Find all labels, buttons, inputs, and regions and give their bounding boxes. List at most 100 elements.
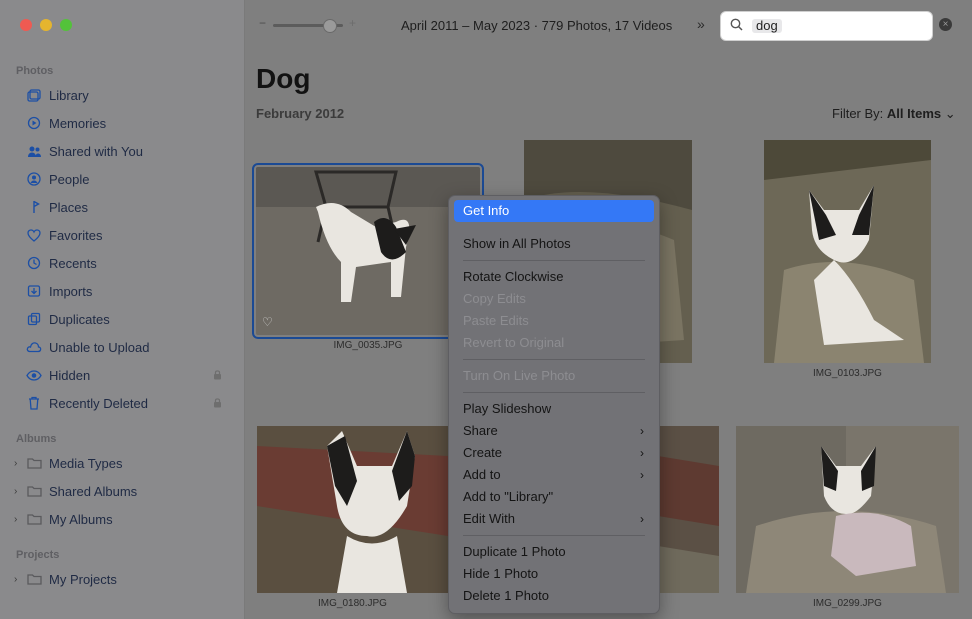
- sidebar-item-library[interactable]: Library: [16, 84, 230, 106]
- sidebar-item-label: Duplicates: [49, 311, 110, 327]
- lock-icon: [213, 396, 222, 411]
- sidebar-item-label: Hidden: [49, 367, 91, 383]
- sidebar-item-my-projects[interactable]: › My Projects: [14, 568, 230, 590]
- sidebar-item-shared-albums[interactable]: › Shared Albums: [14, 480, 230, 502]
- toolbar-overflow-button[interactable]: »: [697, 16, 705, 32]
- photo-thumbnail-3[interactable]: [764, 140, 931, 363]
- menu-item-play-slideshow[interactable]: Play Slideshow: [454, 398, 654, 420]
- folder-icon: [26, 511, 42, 527]
- sidebar-item-recently-deleted[interactable]: Recently Deleted: [16, 392, 230, 414]
- menu-item-get-info[interactable]: Get Info: [454, 200, 654, 222]
- sidebar: Photos Library Memories Shared with You …: [0, 0, 245, 619]
- folder-icon: [26, 455, 42, 471]
- disclosure-chevron-icon[interactable]: ›: [14, 514, 22, 525]
- clear-search-button[interactable]: ×: [939, 18, 952, 31]
- photo-thumbnail-5[interactable]: [658, 426, 719, 593]
- date-header: February 2012: [256, 106, 345, 121]
- search-token[interactable]: dog: [752, 19, 782, 33]
- sidebar-item-label: Media Types: [49, 455, 123, 471]
- menu-item-delete-photo[interactable]: Delete 1 Photo: [454, 585, 654, 607]
- sidebar-item-label: Favorites: [49, 227, 103, 243]
- window-controls: [20, 19, 72, 31]
- menu-item-add-to[interactable]: Add to ›: [454, 464, 654, 486]
- sidebar-item-label: People: [49, 171, 90, 187]
- disclosure-chevron-icon[interactable]: ›: [14, 486, 22, 497]
- menu-separator: [463, 392, 645, 393]
- sidebar-item-duplicates[interactable]: Duplicates: [16, 308, 230, 330]
- memories-icon: [26, 115, 42, 131]
- lock-icon: [213, 368, 222, 383]
- library-range-summary: April 2011 – May 2023 · 779 Photos, 17 V…: [401, 18, 673, 33]
- menu-item-label: Edit With: [463, 511, 516, 526]
- folder-icon: [26, 571, 42, 587]
- page-title: Dog: [256, 63, 311, 94]
- sidebar-item-media-types[interactable]: › Media Types: [14, 452, 230, 474]
- duplicates-icon: [26, 311, 42, 327]
- heart-icon: [26, 227, 42, 243]
- sidebar-item-memories[interactable]: Memories: [16, 112, 230, 134]
- menu-item-label: Create: [463, 445, 503, 460]
- photo-thumbnail-6[interactable]: [736, 426, 959, 593]
- eye-icon: [26, 367, 42, 383]
- minimize-window-button[interactable]: [40, 19, 52, 31]
- search-icon: [730, 18, 743, 36]
- menu-item-label: Share: [463, 423, 498, 438]
- sidebar-item-label: Imports: [49, 283, 93, 299]
- zoom-in-icon: +: [349, 16, 357, 30]
- sidebar-item-my-albums[interactable]: › My Albums: [14, 508, 230, 530]
- photo-caption: IMG_0035.JPG: [333, 340, 403, 351]
- menu-item-add-to-library[interactable]: Add to "Library": [454, 486, 654, 508]
- context-menu: Get Info Show in All Photos Rotate Clock…: [448, 195, 660, 614]
- photo-caption: IMG_0180.JPG: [318, 598, 387, 609]
- menu-separator: [463, 260, 645, 261]
- menu-item-show-in-all-photos[interactable]: Show in All Photos: [454, 233, 654, 255]
- photo-caption: IMG_0103.JPG: [813, 368, 882, 379]
- sidebar-item-imports[interactable]: Imports: [16, 280, 230, 302]
- menu-item-label: Add to: [463, 467, 501, 482]
- clock-icon: [26, 255, 42, 271]
- menu-item-share[interactable]: Share ›: [454, 420, 654, 442]
- submenu-arrow-icon: ›: [640, 446, 644, 460]
- sidebar-item-label: Shared Albums: [49, 483, 138, 499]
- menu-item-revert-to-original: Revert to Original: [463, 335, 565, 350]
- sidebar-item-recents[interactable]: Recents: [16, 252, 230, 274]
- sidebar-item-label: Places: [49, 199, 89, 215]
- sidebar-item-label: My Albums: [49, 511, 113, 527]
- places-icon: [26, 199, 42, 215]
- menu-item-hide-photo[interactable]: Hide 1 Photo: [454, 563, 654, 585]
- zoom-slider[interactable]: − +: [259, 16, 357, 33]
- heart-icon[interactable]: ♡: [262, 315, 273, 329]
- sidebar-item-unable-to-upload[interactable]: Unable to Upload: [16, 336, 230, 358]
- disclosure-chevron-icon[interactable]: ›: [14, 458, 22, 469]
- sidebar-section-albums: Albums: [16, 433, 57, 445]
- menu-item-turn-on-live-photo: Turn On Live Photo: [463, 368, 576, 383]
- folder-icon: [26, 483, 42, 499]
- sidebar-item-label: Recents: [49, 255, 97, 271]
- menu-item-edit-with[interactable]: Edit With ›: [454, 508, 654, 530]
- close-window-button[interactable]: [20, 19, 32, 31]
- disclosure-chevron-icon[interactable]: ›: [14, 574, 22, 585]
- zoom-window-button[interactable]: [60, 19, 72, 31]
- zoom-out-icon: −: [259, 16, 267, 30]
- filter-label: Filter By:: [832, 106, 884, 121]
- sidebar-item-places[interactable]: Places: [16, 196, 230, 218]
- sidebar-item-label: Unable to Upload: [49, 339, 150, 355]
- search-field[interactable]: dog: [720, 11, 933, 41]
- sidebar-item-label: Memories: [49, 115, 107, 131]
- trash-icon: [26, 395, 42, 411]
- menu-item-create[interactable]: Create ›: [454, 442, 654, 464]
- photo-thumbnail-1[interactable]: ♡: [252, 163, 484, 339]
- menu-item-rotate-clockwise[interactable]: Rotate Clockwise: [454, 266, 654, 288]
- filter-by-menu[interactable]: Filter By: All Items ⌄: [832, 106, 956, 122]
- sidebar-item-label: Recently Deleted: [49, 395, 148, 411]
- shared-with-you-icon: [26, 143, 42, 159]
- sidebar-item-people[interactable]: People: [16, 168, 230, 190]
- cloud-icon: [26, 339, 42, 355]
- sidebar-item-favorites[interactable]: Favorites: [16, 224, 230, 246]
- zoom-slider-knob[interactable]: [323, 19, 337, 33]
- imports-icon: [26, 283, 42, 299]
- photo-thumbnail-4[interactable]: [257, 426, 448, 593]
- sidebar-item-shared-with-you[interactable]: Shared with You: [16, 140, 230, 162]
- sidebar-item-hidden[interactable]: Hidden: [16, 364, 230, 386]
- menu-item-duplicate-photo[interactable]: Duplicate 1 Photo: [454, 541, 654, 563]
